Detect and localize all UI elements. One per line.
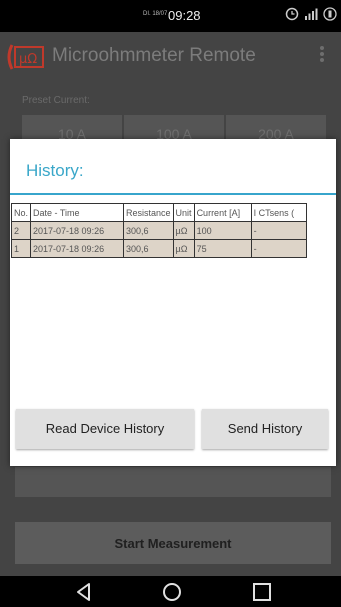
cell-resistance: 300,6 xyxy=(123,221,174,240)
history-table-container[interactable]: No. Date - Time Resistance Unit Current … xyxy=(11,203,336,258)
app-title: Microohmmeter Remote xyxy=(52,45,256,66)
cell-datetime: 2017-07-18 09:26 xyxy=(30,221,125,240)
cell-ctsens: - xyxy=(250,221,307,240)
cell-current: 100 xyxy=(193,221,252,240)
history-table: No. Date - Time Resistance Unit Current … xyxy=(11,203,307,258)
status-date: DI. 18/07 xyxy=(143,11,168,17)
dialog-title: History: xyxy=(26,161,84,180)
home-icon[interactable] xyxy=(160,580,184,604)
recents-icon[interactable] xyxy=(250,580,274,604)
cell-no: 1 xyxy=(11,239,32,258)
result-panel xyxy=(15,467,331,497)
alarm-icon xyxy=(285,7,299,21)
column-header: I CTsens ( xyxy=(250,203,307,222)
preset-current-label: Preset Current: xyxy=(22,95,90,106)
back-icon[interactable] xyxy=(72,580,96,604)
cell-unit: µΩ xyxy=(172,221,195,240)
read-device-history-button[interactable]: Read Device History xyxy=(16,409,194,449)
status-time: 09:28 xyxy=(168,8,201,23)
start-measurement-button[interactable]: Start Measurement xyxy=(15,522,331,564)
battery-icon xyxy=(323,7,337,21)
cell-datetime: 2017-07-18 09:26 xyxy=(30,239,125,258)
column-header: Unit xyxy=(172,203,195,222)
history-dialog: History: No. Date - Time Resistance Unit… xyxy=(10,139,336,466)
cell-current: 75 xyxy=(193,239,252,258)
overflow-menu-icon[interactable] xyxy=(318,44,326,68)
svg-text:µΩ: µΩ xyxy=(19,52,37,67)
column-header: Resistance xyxy=(123,203,174,222)
cell-unit: µΩ xyxy=(172,239,195,258)
status-bar: DI. 18/07 09:28 xyxy=(0,0,341,32)
column-header: No. xyxy=(11,203,32,222)
send-history-button[interactable]: Send History xyxy=(202,409,328,449)
cell-ctsens: - xyxy=(250,239,307,258)
dialog-divider xyxy=(10,193,336,195)
navigation-bar xyxy=(0,576,341,607)
app-logo: µΩ xyxy=(7,44,44,70)
cell-resistance: 300,6 xyxy=(123,239,174,258)
status-icons xyxy=(285,7,337,21)
table-row[interactable]: 1 2017-07-18 09:26 300,6 µΩ 75 - xyxy=(11,239,307,258)
column-header: Current [A] xyxy=(193,203,252,222)
signal-icon xyxy=(305,8,318,20)
column-header: Date - Time xyxy=(30,203,125,222)
table-row[interactable]: 2 2017-07-18 09:26 300,6 µΩ 100 - xyxy=(11,221,307,240)
app-bar: µΩ Microohmmeter Remote xyxy=(0,32,341,82)
cell-no: 2 xyxy=(11,221,32,240)
table-header-row: No. Date - Time Resistance Unit Current … xyxy=(11,203,307,222)
